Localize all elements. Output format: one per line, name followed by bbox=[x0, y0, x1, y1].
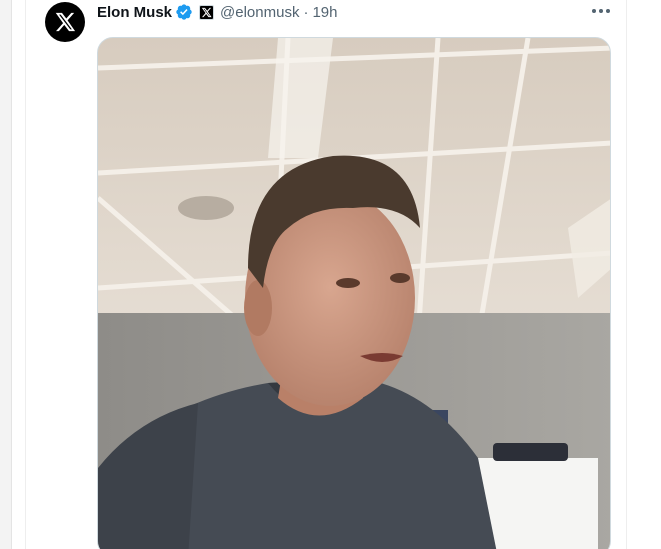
verified-badge-icon[interactable] bbox=[175, 3, 193, 21]
user-handle[interactable]: @elonmusk bbox=[220, 4, 299, 21]
timeline-gutter bbox=[12, 0, 26, 549]
timeline-right-border bbox=[626, 0, 661, 549]
tweet-video[interactable] bbox=[97, 37, 611, 549]
avatar[interactable] bbox=[45, 2, 85, 42]
video-frame bbox=[98, 38, 610, 549]
more-options-icon[interactable] bbox=[587, 0, 615, 22]
header-separator: · bbox=[303, 3, 309, 21]
tweet-card[interactable]: Elon Musk @elonmusk · 19h bbox=[27, 0, 626, 549]
left-scroll-rail bbox=[0, 0, 12, 549]
tweet-header: Elon Musk @elonmusk · 19h bbox=[97, 2, 337, 22]
x-affiliation-icon[interactable] bbox=[199, 4, 215, 20]
display-name[interactable]: Elon Musk bbox=[97, 4, 172, 21]
tweet-timestamp[interactable]: 19h bbox=[312, 4, 337, 21]
x-logo-icon bbox=[55, 12, 76, 32]
